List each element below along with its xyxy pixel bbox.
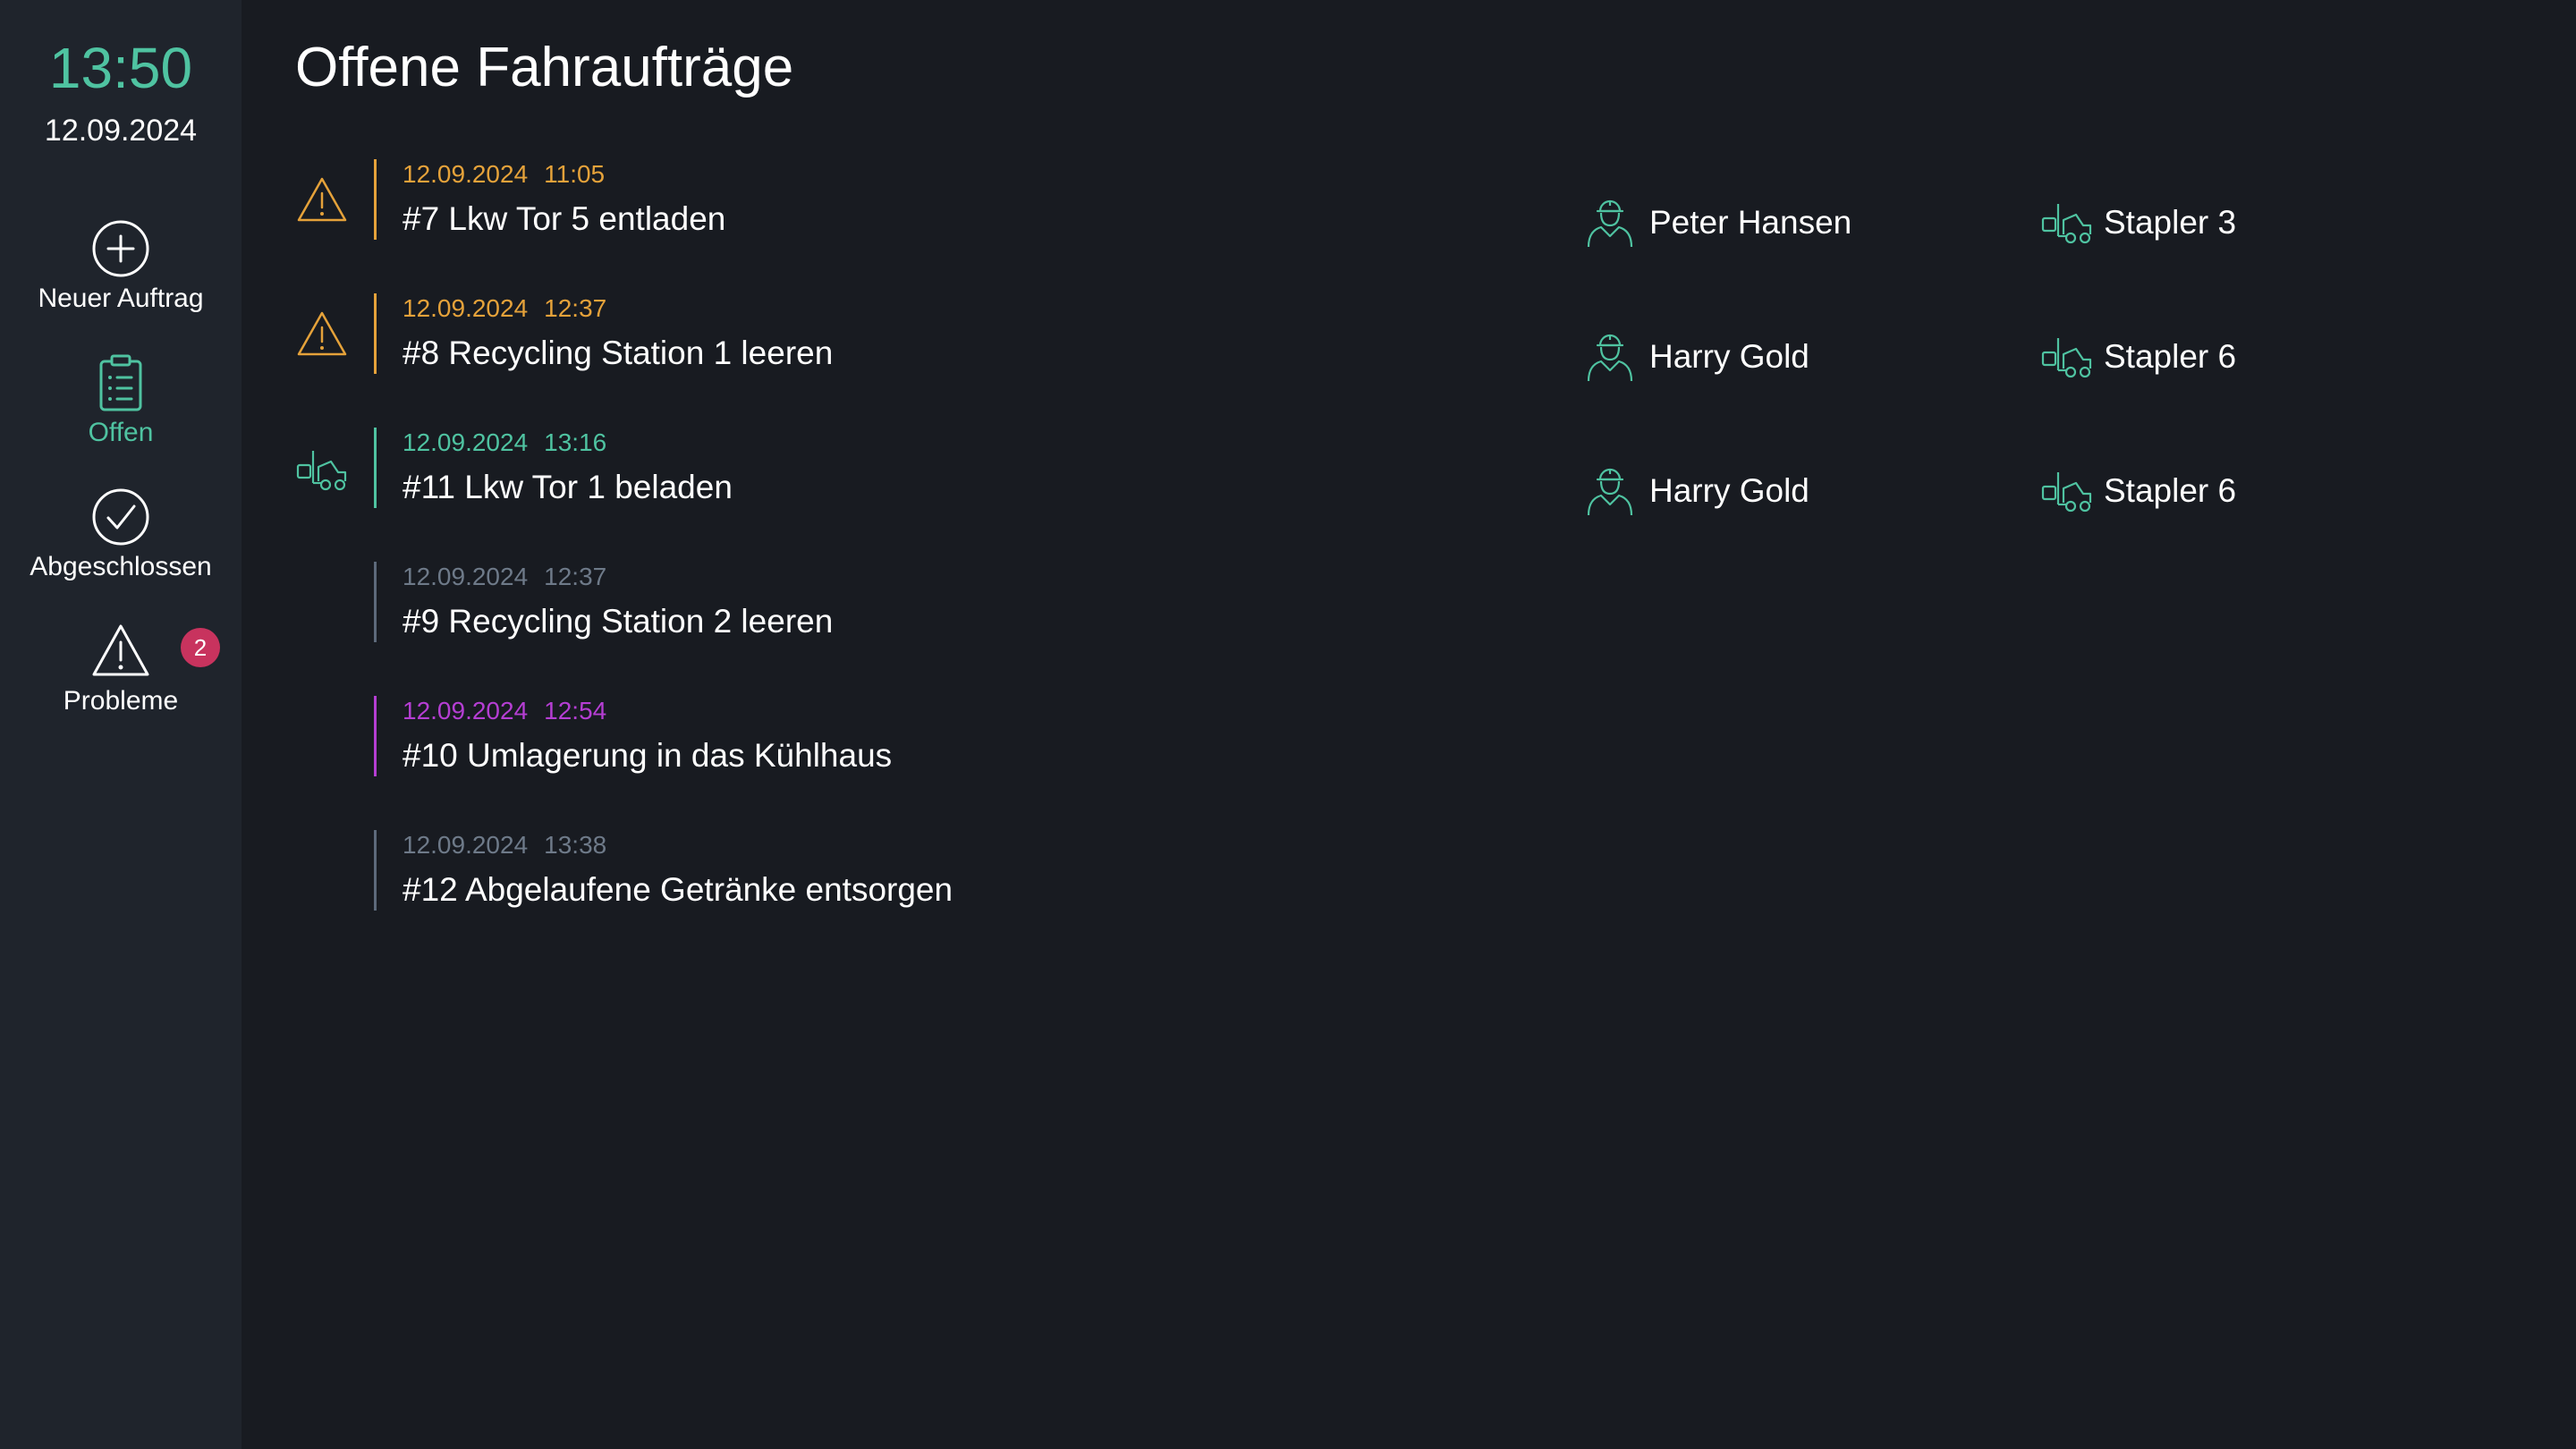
- order-title: #10 Umlagerung in das Kühlhaus: [402, 737, 893, 774]
- status-bar: [374, 159, 377, 240]
- order-date: 12.09.2024: [402, 697, 529, 724]
- nav-open-label: Offen: [88, 418, 154, 447]
- order-title: #11 Lkw Tor 1 beladen: [402, 469, 733, 505]
- vehicle-name: Stapler 6: [2104, 472, 2237, 509]
- order-time: 12:37: [544, 563, 607, 590]
- order-title: #9 Recycling Station 2 leeren: [402, 603, 834, 640]
- order-time: 12:37: [544, 294, 607, 322]
- plus-circle-icon: [92, 220, 149, 277]
- order-row[interactable]: 12.09.2024 12:37 #8 Recycling Station 1 l…: [295, 293, 2442, 392]
- forklift-icon: [295, 442, 349, 496]
- vehicle-name: Stapler 3: [2104, 204, 2237, 241]
- status-bar: [374, 696, 377, 776]
- order-timestamp: 12.09.2024 13:16: [402, 428, 606, 458]
- order-date: 12.09.2024: [402, 428, 529, 456]
- worker-icon: [1585, 463, 1635, 517]
- check-circle-icon: [92, 488, 149, 546]
- nav-open[interactable]: Offen: [0, 352, 242, 478]
- nav-new-order[interactable]: Neuer Auftrag: [0, 218, 242, 343]
- warning-icon: [295, 174, 349, 227]
- nav-closed[interactable]: Abgeschlossen: [0, 487, 242, 612]
- order-date: 12.09.2024: [402, 831, 529, 859]
- order-timestamp: 12.09.2024 12:37: [402, 293, 606, 324]
- order-title: #8 Recycling Station 1 leeren: [402, 335, 834, 371]
- status-bar: [374, 293, 377, 374]
- forklift-icon: [2039, 195, 2095, 249]
- status-bar: [374, 562, 377, 642]
- order-time: 11:05: [544, 160, 606, 188]
- status-bar: [374, 428, 377, 508]
- current-time: 13:50: [48, 36, 193, 100]
- order-date: 12.09.2024: [402, 563, 529, 590]
- nav-closed-label: Abgeschlossen: [30, 552, 212, 581]
- worker-icon: [1585, 195, 1635, 249]
- order-row[interactable]: 12.09.2024 13:38 #12 Abgelaufene Getränke…: [295, 830, 2442, 928]
- worker-icon: [1585, 329, 1635, 383]
- warning-icon: [92, 624, 149, 676]
- order-time: 13:38: [544, 831, 607, 859]
- driver-name: Harry Gold: [1649, 338, 1809, 375]
- order-time: 12:54: [544, 697, 607, 724]
- current-date: 12.09.2024: [44, 114, 198, 148]
- order-row[interactable]: 12.09.2024 13:16 #11 Lkw Tor 1 beladen Ha…: [295, 428, 2442, 526]
- order-date: 12.09.2024: [402, 294, 529, 322]
- order-title: #12 Abgelaufene Getränke entsorgen: [402, 871, 953, 908]
- order-timestamp: 12.09.2024 12:54: [402, 696, 606, 726]
- order-timestamp: 12.09.2024 13:38: [402, 830, 606, 860]
- page-title: Offene Fahraufträge: [295, 37, 794, 98]
- order-timestamp: 12.09.2024 11:05: [402, 159, 605, 190]
- order-row[interactable]: 12.09.2024 12:37 #9 Recycling Station 2 l…: [295, 562, 2442, 660]
- nav-problems[interactable]: 2 Probleme: [0, 621, 242, 746]
- status-bar: [374, 830, 377, 911]
- forklift-icon: [2039, 463, 2095, 517]
- order-row[interactable]: 12.09.2024 12:54 #10 Umlagerung in das Kü…: [295, 696, 2442, 794]
- problems-count-badge: 2: [181, 628, 220, 667]
- order-time: 13:16: [544, 428, 607, 456]
- sidebar: 13:50 12.09.2024 Neuer Auftrag Offen Abg…: [0, 0, 242, 1449]
- clipboard-list-icon: [99, 354, 142, 411]
- driver-name: Harry Gold: [1649, 472, 1809, 509]
- order-timestamp: 12.09.2024 12:37: [402, 562, 606, 592]
- order-row[interactable]: 12.09.2024 11:05 #7 Lkw Tor 5 entladen Pe…: [295, 159, 2442, 258]
- order-title: #7 Lkw Tor 5 entladen: [402, 200, 726, 237]
- order-date: 12.09.2024: [402, 160, 529, 188]
- warning-icon: [295, 308, 349, 361]
- driver-name: Peter Hansen: [1649, 204, 1852, 241]
- forklift-icon: [2039, 329, 2095, 383]
- nav-new-order-label: Neuer Auftrag: [38, 284, 204, 313]
- vehicle-name: Stapler 6: [2104, 338, 2237, 375]
- nav-problems-label: Probleme: [63, 686, 179, 716]
